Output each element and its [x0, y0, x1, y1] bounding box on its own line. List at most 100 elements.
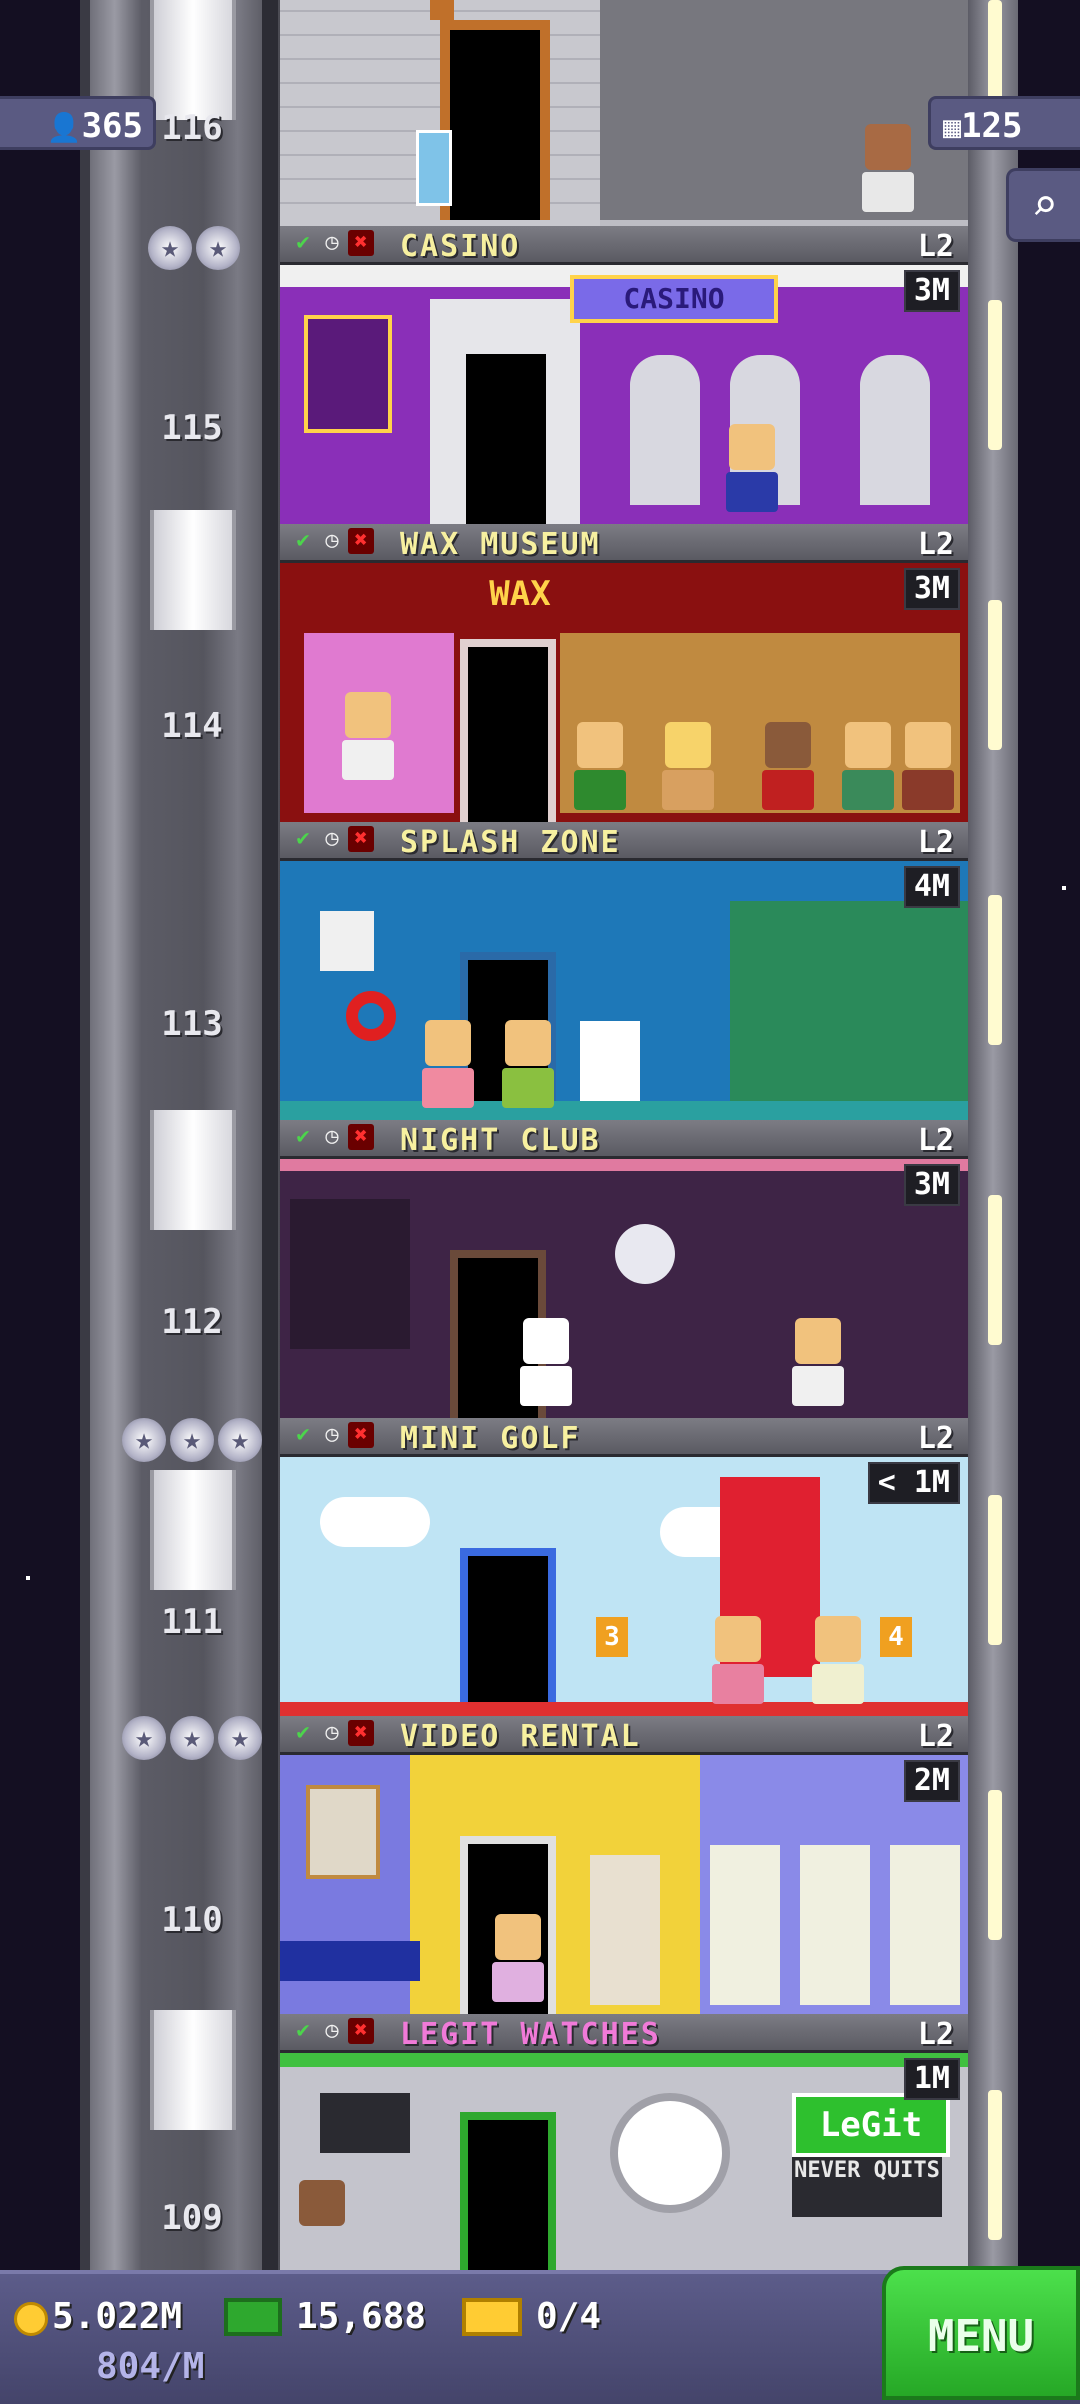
floor-header: ✔ ◷ ✖ WAX MUSEUM L2	[280, 524, 968, 563]
menu-button[interactable]: MENU	[882, 2266, 1080, 2400]
bitizen[interactable]	[294, 2180, 350, 2270]
vault-icon	[304, 315, 392, 433]
elevator-car[interactable]	[150, 1110, 236, 1230]
floor-video-rental[interactable]: ✔ ◷ ✖ VIDEO RENTAL L2 2M	[280, 1716, 968, 2014]
wall-light	[988, 600, 1002, 750]
floor-level: L2	[917, 2017, 954, 2052]
check-icon[interactable]: ✔	[290, 528, 316, 554]
floor-room	[280, 861, 968, 1120]
check-icon[interactable]: ✔	[290, 2018, 316, 2044]
bitizen[interactable]	[420, 1020, 476, 1110]
floor-number: 111	[161, 1602, 223, 1642]
bitizen[interactable]	[500, 1020, 556, 1110]
bux-balance[interactable]: 15,688	[296, 2296, 426, 2337]
room-door	[460, 639, 556, 822]
floor-star-rating: ★ ★ ★	[122, 1716, 262, 1760]
arcade-machine	[590, 1855, 660, 2005]
elevator-car[interactable]	[150, 510, 236, 630]
floor-wax-museum[interactable]: ✔ ◷ ✖ WAX MUSEUM L2 WAX 3M	[280, 524, 968, 822]
cloud	[320, 1497, 430, 1547]
search-button[interactable]: ⌕	[1006, 168, 1080, 242]
clock-icon[interactable]: ◷	[319, 1720, 345, 1746]
star-icon: ★	[170, 1418, 214, 1462]
close-icon[interactable]: ✖	[348, 1422, 374, 1448]
floor-casino[interactable]: ✔ ◷ ✖ CASINO L2 CASINO 3M	[280, 226, 968, 524]
elevator-car[interactable]	[150, 1470, 236, 1590]
floor-room: LeGit NEVER QUITS	[280, 2053, 968, 2270]
floor-name: SPLASH ZONE	[400, 825, 621, 860]
star-icon: ★	[170, 1716, 214, 1760]
coin-icon	[14, 2302, 48, 2336]
floor-room: CASINO	[280, 265, 968, 524]
population-badge[interactable]: 👤365	[0, 96, 156, 150]
legit-slogan: NEVER QUITS	[792, 2157, 942, 2217]
floor-number: 116	[161, 108, 223, 148]
floor-name: LEGIT WATCHES	[400, 2017, 661, 2052]
floor-room	[280, 1159, 968, 1418]
star-icon: ★	[218, 1716, 262, 1760]
disco-ball	[615, 1224, 675, 1284]
bitizen[interactable]	[518, 1318, 574, 1408]
tv-screen	[320, 2093, 410, 2153]
wax-figure	[760, 722, 816, 812]
clock-icon[interactable]: ◷	[319, 2018, 345, 2044]
clock-icon[interactable]: ◷	[319, 1124, 345, 1150]
bitizen[interactable]	[724, 424, 780, 514]
clock-icon[interactable]: ◷	[319, 826, 345, 852]
close-icon[interactable]: ✖	[348, 826, 374, 852]
clock-icon[interactable]: ◷	[319, 1422, 345, 1448]
movie-poster	[306, 1785, 380, 1879]
check-icon[interactable]: ✔	[290, 826, 316, 852]
floor-header: ✔ ◷ ✖ NIGHT CLUB L2	[280, 1120, 968, 1159]
hole-marker: 3	[596, 1617, 628, 1657]
bitizen[interactable]	[490, 1914, 546, 2004]
life-ring	[346, 991, 396, 1041]
wax-sign: WAX	[489, 574, 551, 614]
floor-name: NIGHT CLUB	[400, 1123, 601, 1158]
floor-splash-zone[interactable]: ✔ ◷ ✖ SPLASH ZONE L2 4M	[280, 822, 968, 1120]
bitizen[interactable]	[840, 722, 896, 812]
clock-icon[interactable]: ◷	[319, 528, 345, 554]
legit-sign: LeGit	[792, 2093, 950, 2157]
floor-count-badge[interactable]: ▦125	[928, 96, 1080, 150]
room-door	[460, 1548, 556, 1716]
check-icon[interactable]: ✔	[290, 1124, 316, 1150]
coin-rate: 804/M	[96, 2346, 205, 2387]
wax-figure	[660, 722, 716, 812]
check-icon[interactable]: ✔	[290, 1422, 316, 1448]
floor-116[interactable]	[280, 0, 968, 226]
close-icon[interactable]: ✖	[348, 230, 374, 256]
palm-tree	[730, 901, 968, 1101]
background-star	[1062, 886, 1066, 890]
population-count: 365	[81, 106, 143, 146]
ticket-count[interactable]: 0/4	[536, 2296, 601, 2337]
close-icon[interactable]: ✖	[348, 2018, 374, 2044]
counter	[280, 1941, 420, 1981]
floor-mini-golf[interactable]: ✔ ◷ ✖ MINI GOLF L2 3 4 < 1M	[280, 1418, 968, 1716]
star-icon: ★	[148, 226, 192, 270]
bitizen[interactable]	[710, 1616, 766, 1706]
person-icon: 👤	[46, 111, 82, 144]
elevator-car[interactable]	[150, 0, 236, 120]
floor-header: ✔ ◷ ✖ SPLASH ZONE L2	[280, 822, 968, 861]
floor-night-club[interactable]: ✔ ◷ ✖ NIGHT CLUB L2 3M	[280, 1120, 968, 1418]
check-icon[interactable]: ✔	[290, 1720, 316, 1746]
bitizen[interactable]	[572, 722, 628, 812]
close-icon[interactable]: ✖	[348, 1124, 374, 1150]
bitizen[interactable]	[860, 124, 916, 214]
check-icon[interactable]: ✔	[290, 230, 316, 256]
clock-icon[interactable]: ◷	[319, 230, 345, 256]
ticket-icon	[462, 2298, 522, 2336]
floor-name: VIDEO RENTAL	[400, 1719, 641, 1754]
ceiling-trim	[280, 1159, 968, 1171]
floor-timer: 3M	[903, 270, 960, 312]
close-icon[interactable]: ✖	[348, 1720, 374, 1746]
bitizen[interactable]	[810, 1616, 866, 1706]
elevator-car[interactable]	[150, 2010, 236, 2130]
bitizen[interactable]	[790, 1318, 846, 1408]
notice-sign	[320, 911, 374, 971]
floor-room: 3 4	[280, 1457, 968, 1716]
wall-light	[988, 1495, 1002, 1645]
close-icon[interactable]: ✖	[348, 528, 374, 554]
floor-legit-watches[interactable]: ✔ ◷ ✖ LEGIT WATCHES L2 LeGit NEVER QUITS 1…	[280, 2014, 968, 2270]
